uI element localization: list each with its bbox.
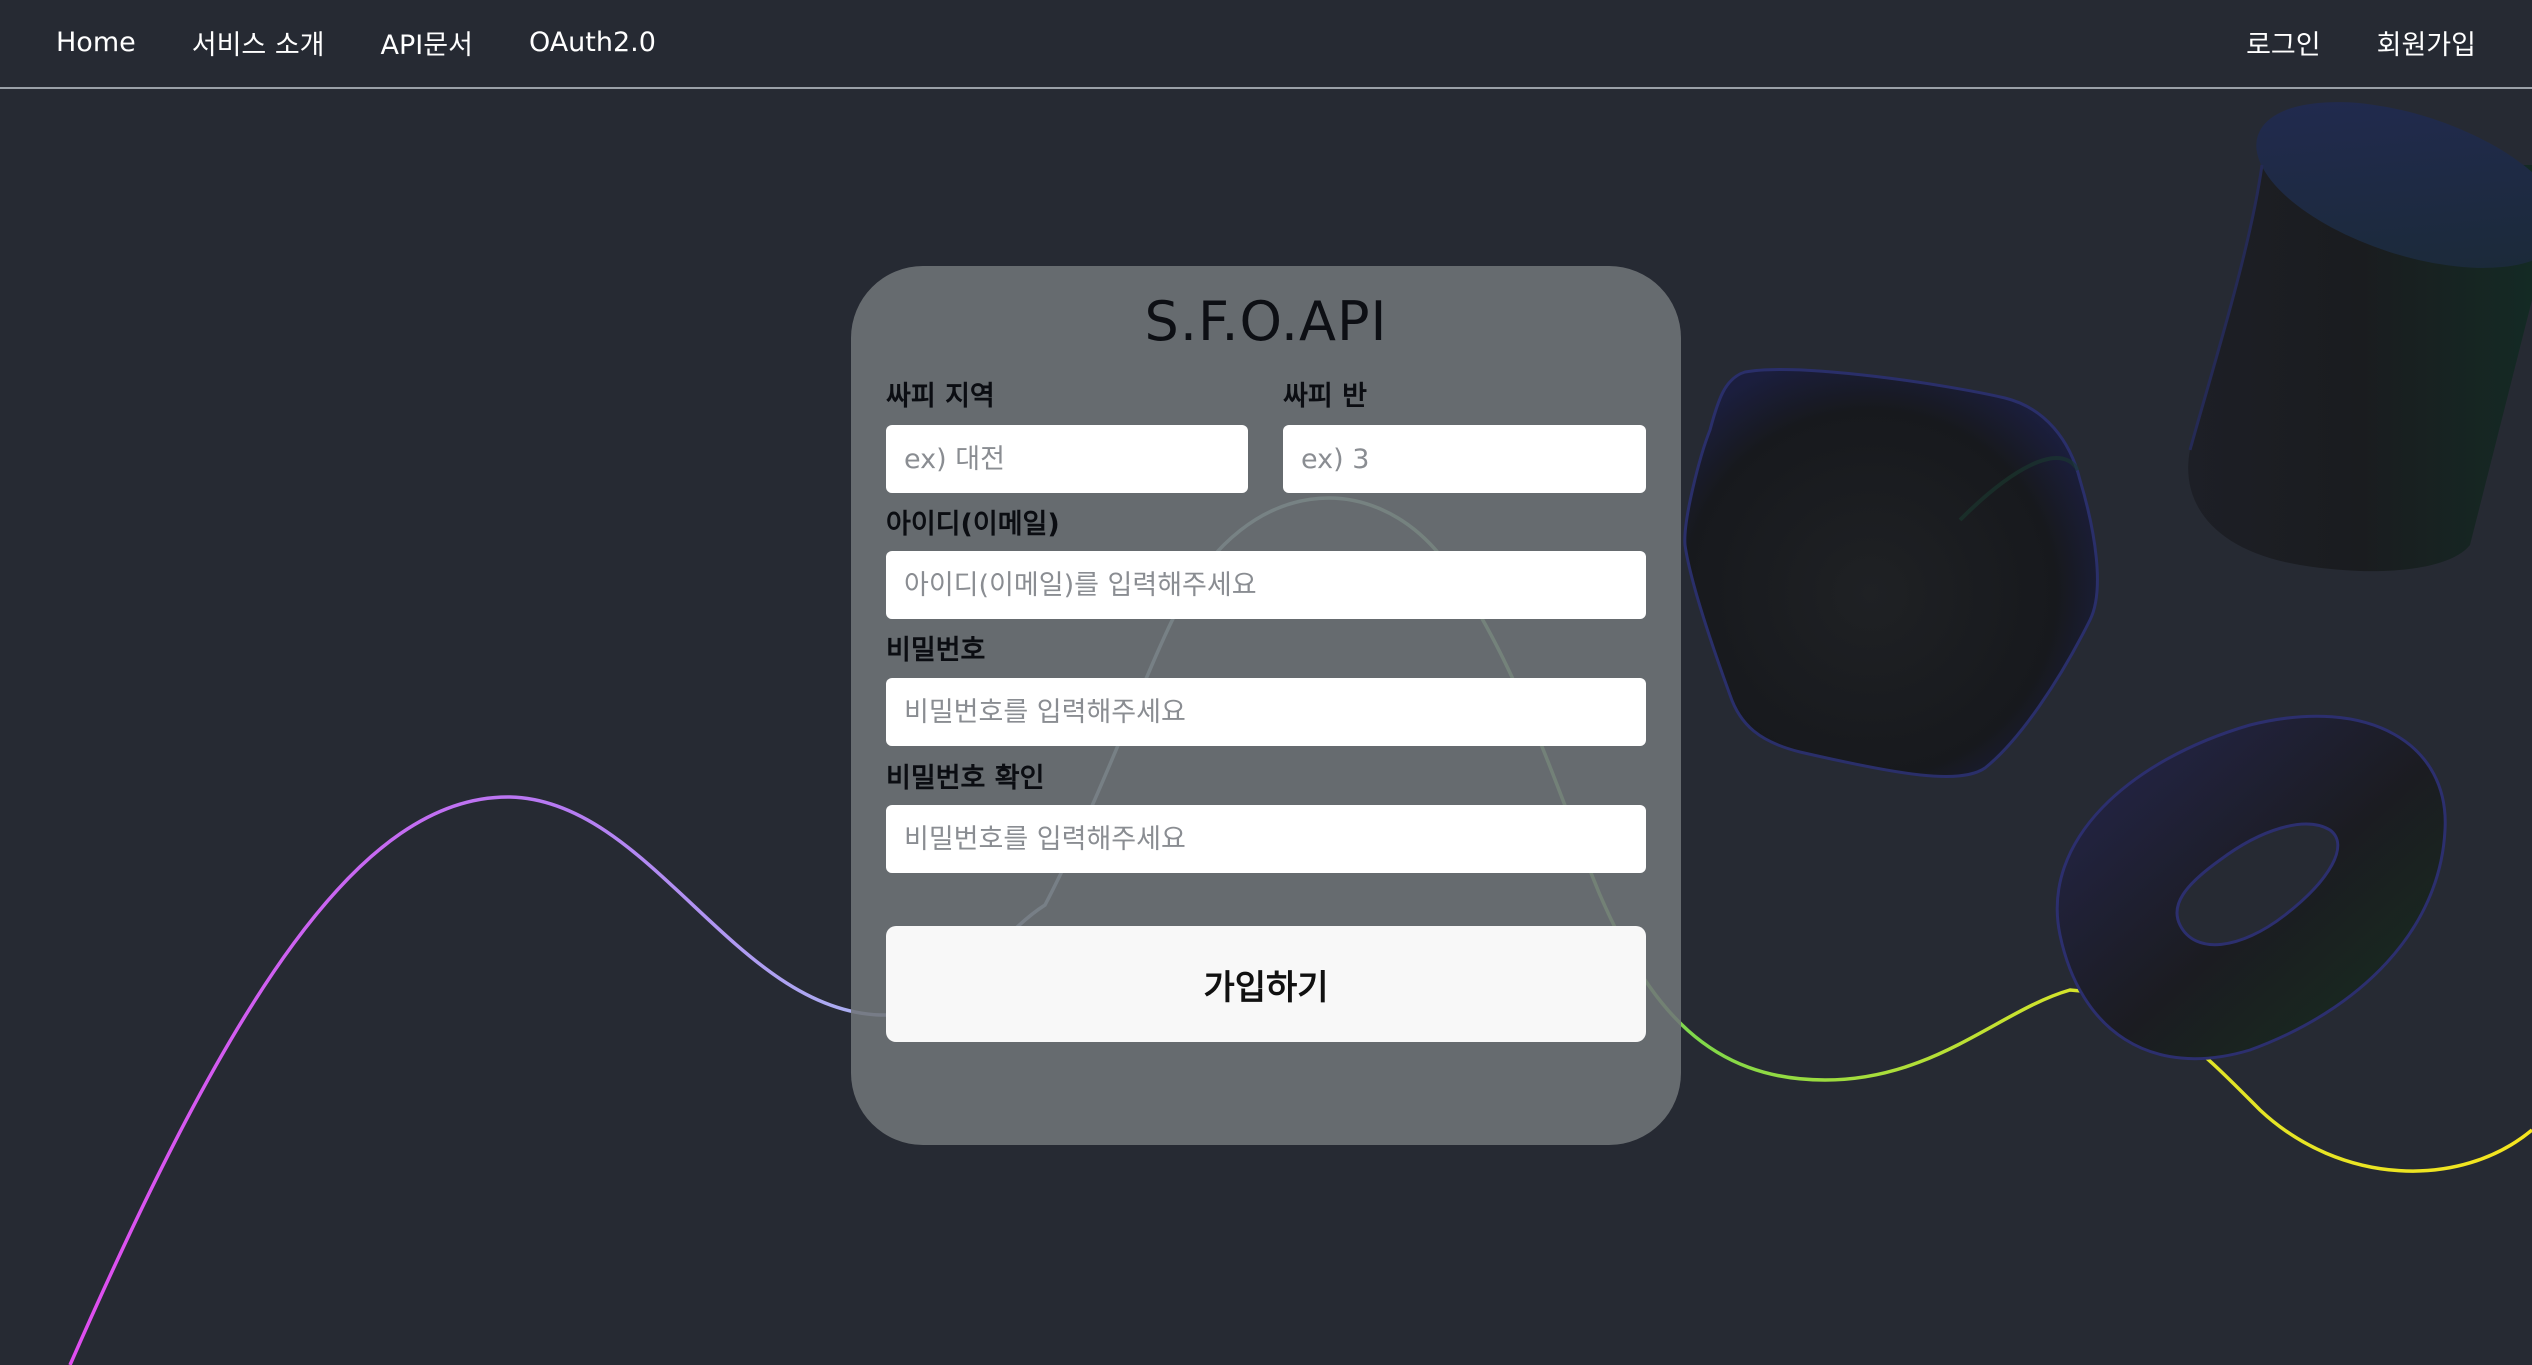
nav-home-link[interactable]: Home [56, 27, 136, 58]
nav-login-link[interactable]: 로그인 [2246, 23, 2321, 62]
class-input[interactable] [1283, 425, 1646, 493]
form-title: S.F.O.API [1144, 290, 1388, 353]
nav-left-group: Home 서비스 소개 API문서 OAuth2.0 [56, 0, 712, 84]
signup-card: S.F.O.API 싸피 지역 싸피 반 아이디(이메일) 비밀번호 비밀번호 … [851, 266, 1681, 1145]
nav-api-docs-link[interactable]: API문서 [381, 23, 473, 62]
password-confirm-input[interactable] [886, 805, 1646, 873]
region-label: 싸피 지역 [886, 381, 995, 412]
region-input[interactable] [886, 425, 1248, 493]
password-confirm-label: 비밀번호 확인 [886, 763, 1045, 794]
password-input[interactable] [886, 678, 1646, 746]
cylinder-shape [2188, 102, 2532, 572]
torus-shape [2055, 714, 2447, 1061]
class-label: 싸피 반 [1283, 381, 1367, 412]
cube-shape [1683, 368, 2099, 779]
signup-submit-button[interactable]: 가입하기 [886, 926, 1646, 1042]
signup-page: Home 서비스 소개 API문서 OAuth2.0 로그인 회원가입 S.F.… [0, 0, 2532, 1365]
nav-signup-link[interactable]: 회원가입 [2377, 23, 2476, 62]
email-input[interactable] [886, 551, 1646, 619]
nav-right-group: 로그인 회원가입 [2190, 0, 2476, 84]
nav-service-intro-link[interactable]: 서비스 소개 [192, 23, 325, 62]
email-label: 아이디(이메일) [886, 509, 1060, 540]
password-label: 비밀번호 [886, 635, 986, 666]
nav-oauth-link[interactable]: OAuth2.0 [529, 27, 656, 58]
navbar: Home 서비스 소개 API문서 OAuth2.0 로그인 회원가입 [0, 0, 2532, 89]
